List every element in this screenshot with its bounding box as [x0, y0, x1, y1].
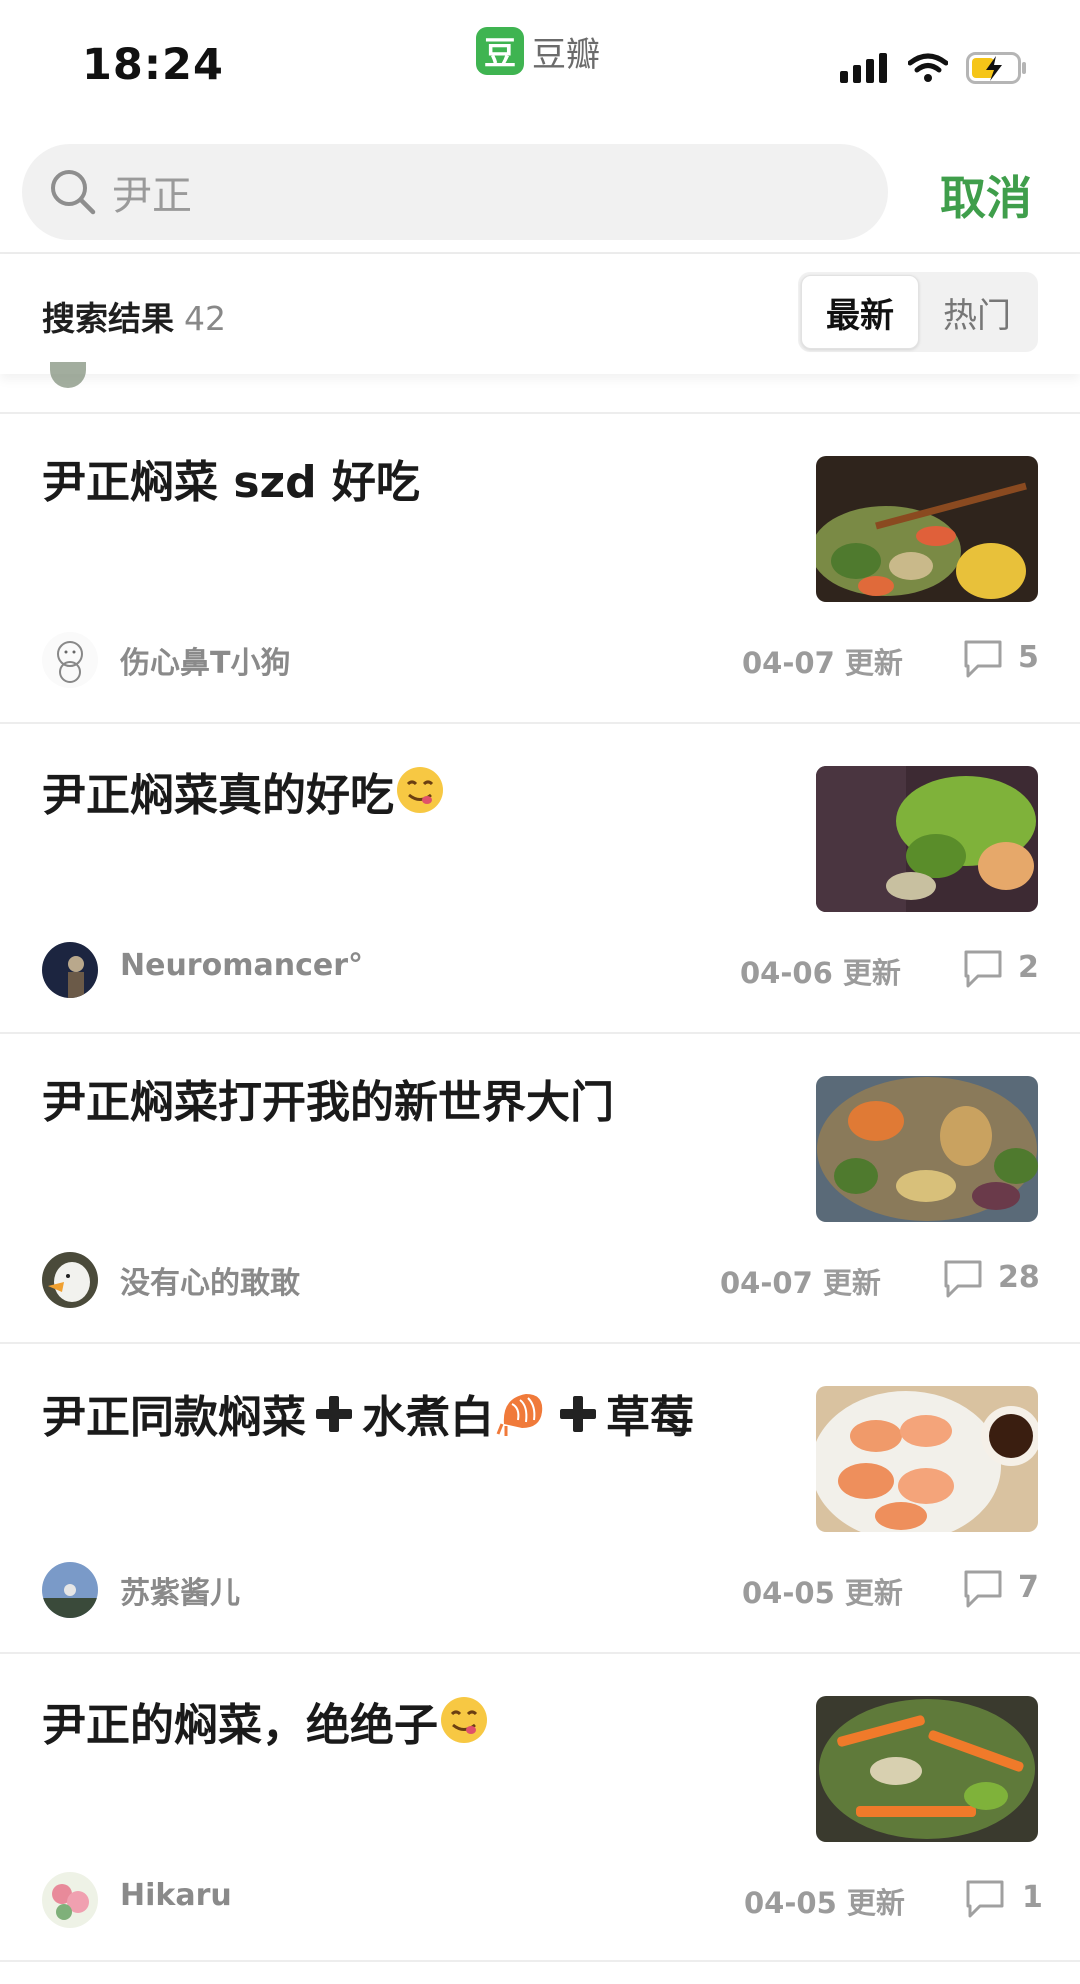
comment-count: 1: [1022, 1880, 1043, 1915]
post-title: 尹正的焖菜，绝绝子: [42, 1694, 782, 1755]
post-title: 尹正焖菜 szd 好吃: [42, 457, 420, 508]
comment-count: 28: [998, 1260, 1040, 1295]
cancel-button[interactable]: 取消: [940, 162, 1032, 228]
search-box[interactable]: [22, 144, 888, 240]
author-name[interactable]: Hikaru: [120, 1878, 232, 1913]
avatar[interactable]: [42, 1872, 98, 1928]
food-photo-icon: [816, 1076, 1038, 1222]
avatar[interactable]: [42, 1252, 98, 1308]
list-item[interactable]: 尹正同款焖菜 水煮白 草莓 苏紫酱儿 04-05 更新 7: [0, 1342, 1080, 1652]
post-title-text: 尹正焖菜真的好吃: [42, 770, 394, 821]
update-date: 04-05 更新: [742, 1576, 903, 1610]
status-icons: [840, 48, 1028, 88]
avatar[interactable]: [42, 1562, 98, 1618]
update-date: 04-06 更新: [740, 956, 901, 990]
yum-face-emoji-icon: [441, 1697, 487, 1743]
comment-count: 2: [1018, 950, 1039, 985]
status-time: 18:24: [82, 40, 224, 90]
list-item[interactable]: 尹正焖菜 szd 好吃 伤心鼻T小狗 04-07 更新 5: [0, 412, 1080, 722]
comment-count: 5: [1018, 640, 1039, 675]
avatar: [50, 362, 86, 388]
post-meta: 伤心鼻T小狗 04-07 更新 5: [42, 632, 1039, 688]
update-date: 04-07 更新: [742, 646, 903, 680]
avatar[interactable]: [42, 632, 98, 688]
post-title: 尹正焖菜真的好吃: [42, 764, 782, 825]
food-photo-icon: [816, 1696, 1038, 1842]
app-badge[interactable]: 豆 豆瓣: [476, 26, 600, 76]
author-name[interactable]: 伤心鼻T小狗: [120, 638, 290, 682]
post-meta: 苏紫酱儿 04-05 更新 7: [42, 1562, 1039, 1618]
search-icon: [51, 170, 96, 215]
post-thumbnail: [816, 1076, 1038, 1222]
author-name[interactable]: 苏紫酱儿: [120, 1568, 240, 1612]
post-meta: Hikaru 04-05 更新 1: [42, 1872, 1043, 1928]
avatar[interactable]: [42, 942, 98, 998]
update-date: 04-05 更新: [744, 1886, 905, 1920]
status-bar: 18:24 豆 豆瓣: [0, 0, 1080, 130]
list-item[interactable]: 尹正焖菜打开我的新世界大门 没有心的敢敢 04-07 更新 28: [0, 1032, 1080, 1342]
sort-toggle: 最新 热门: [798, 272, 1038, 352]
results-label-text: 搜索结果: [42, 299, 174, 338]
post-title-part: 草莓: [606, 1392, 694, 1443]
partial-list-item: [0, 362, 1080, 414]
food-photo-icon: [816, 766, 1038, 912]
post-meta: 没有心的敢敢 04-07 更新 28: [42, 1252, 1040, 1308]
author-name[interactable]: 没有心的敢敢: [120, 1258, 300, 1302]
list-item[interactable]: 尹正的焖菜，绝绝子 Hikaru 04-05 更新 1: [0, 1652, 1080, 1962]
comment-count: 7: [1018, 1570, 1039, 1605]
results-count: 42: [184, 299, 226, 338]
list-item[interactable]: 尹正焖菜真的好吃 Neuromancer° 04-06 更新 2: [0, 722, 1080, 1032]
post-title-text: 尹正的焖菜，绝绝子: [42, 1700, 438, 1751]
post-thumbnail: [816, 766, 1038, 912]
battery-charging-icon: [966, 52, 1026, 84]
plus-icon: [316, 1396, 352, 1432]
food-photo-icon: [816, 456, 1038, 602]
author-name[interactable]: Neuromancer°: [120, 948, 363, 983]
plus-icon: [560, 1396, 596, 1432]
comment-icon: [964, 950, 1002, 988]
shrimp-emoji-icon: [496, 1394, 543, 1436]
post-title-part: 水煮白: [362, 1392, 494, 1443]
comment-icon: [964, 640, 1002, 678]
results-bar: 搜索结果 42 最新 热门: [0, 254, 1080, 374]
food-photo-icon: [816, 1386, 1038, 1532]
search-header: 取消: [0, 140, 1080, 252]
post-title: 尹正焖菜打开我的新世界大门: [42, 1077, 614, 1128]
results-label: 搜索结果 42: [42, 292, 226, 340]
signal-icon: [840, 53, 887, 83]
comment-icon: [964, 1570, 1002, 1608]
douban-logo-icon: 豆: [476, 27, 524, 75]
sort-latest-tab[interactable]: 最新: [801, 275, 919, 349]
comment-icon: [966, 1880, 1004, 1918]
wifi-icon: [908, 53, 948, 82]
app-name: 豆瓣: [532, 34, 600, 75]
post-thumbnail: [816, 456, 1038, 602]
comment-icon: [944, 1260, 982, 1298]
sort-popular-tab[interactable]: 热门: [919, 275, 1035, 349]
post-title-part: 尹正同款焖菜: [42, 1392, 306, 1443]
update-date: 04-07 更新: [720, 1266, 881, 1300]
search-input[interactable]: [112, 169, 812, 215]
post-thumbnail: [816, 1696, 1038, 1842]
post-meta: Neuromancer° 04-06 更新 2: [42, 942, 1039, 998]
yum-face-emoji-icon: [397, 767, 443, 813]
post-thumbnail: [816, 1386, 1038, 1532]
page: 18:24 豆 豆瓣 尹正 取消 搜索结果 42 最新 热门 尹正焖菜 szd …: [0, 0, 1080, 1984]
post-title: 尹正同款焖菜 水煮白 草莓: [42, 1384, 782, 1447]
result-list: 尹正焖菜 szd 好吃 伤心鼻T小狗 04-07 更新 5 尹正焖菜真的好吃 N…: [0, 412, 1080, 1962]
